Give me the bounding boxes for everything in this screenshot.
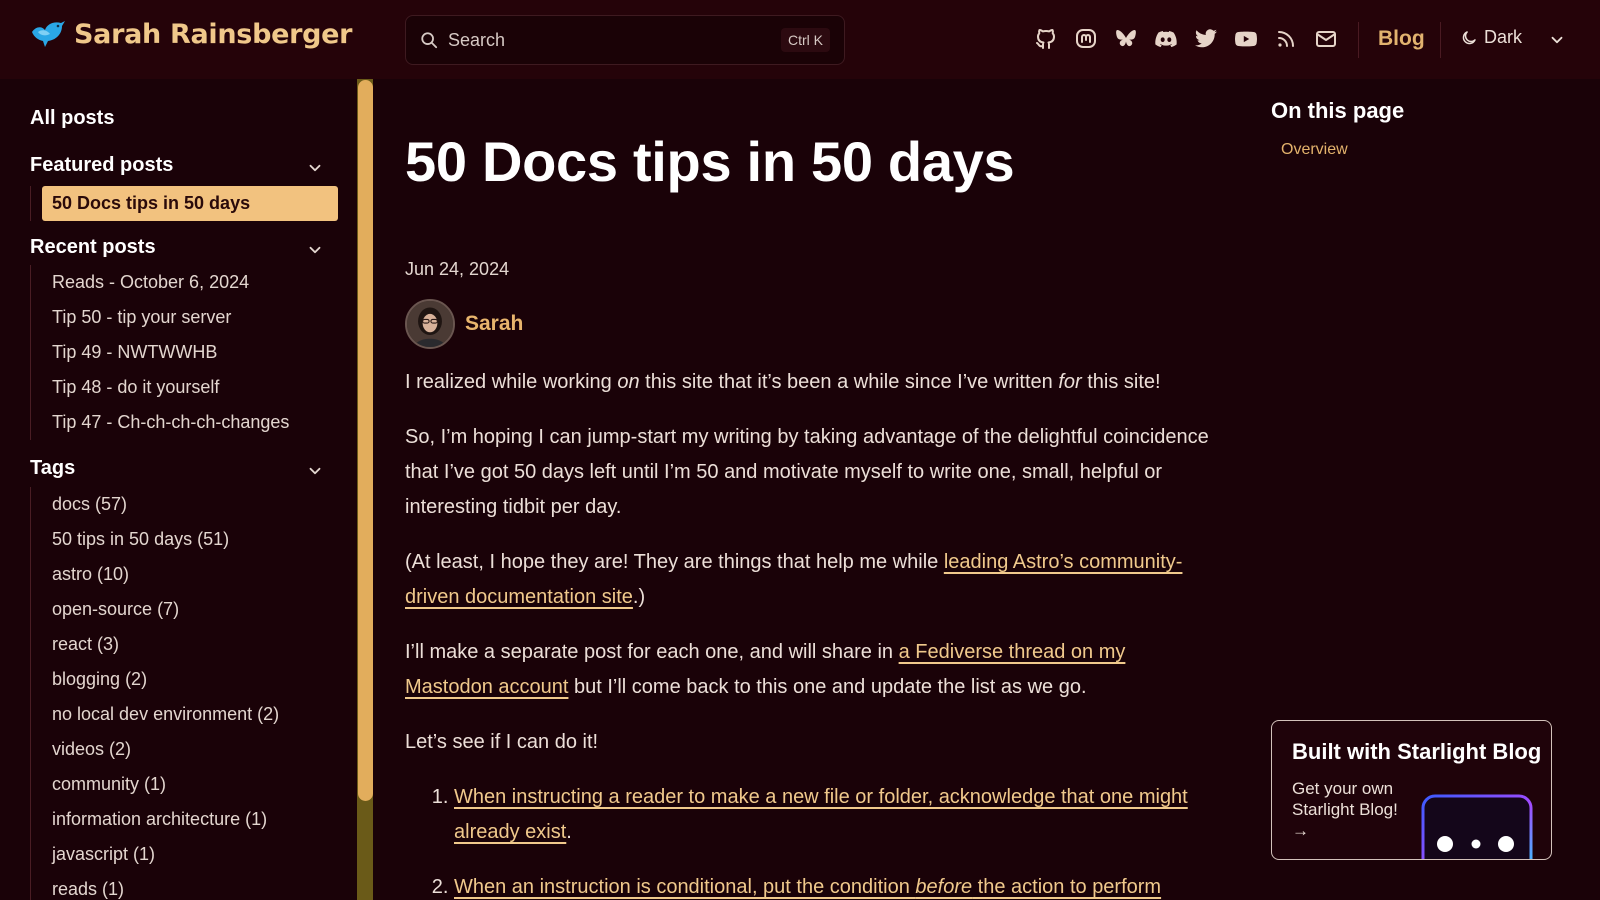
sidebar-tag[interactable]: javascript (1) [31, 837, 340, 872]
sidebar-tag[interactable]: blogging (2) [31, 662, 340, 697]
tips-list: When instructing a reader to make a new … [454, 780, 1217, 900]
github-icon[interactable] [1034, 27, 1058, 51]
search-placeholder: Search [448, 29, 506, 50]
avatar [405, 299, 455, 349]
sidebar-tag[interactable]: react (3) [31, 627, 340, 662]
search-icon [421, 32, 438, 49]
site-title: Sarah Rainsberger [74, 18, 353, 50]
post-date: Jun 24, 2024 [405, 259, 510, 279]
sidebar-group-featured[interactable]: Featured posts [30, 154, 173, 177]
search-input[interactable]: Search Ctrl K [405, 15, 845, 65]
sidebar-tag[interactable]: videos (2) [31, 732, 340, 767]
tip-link[interactable]: When an instruction is conditional, put … [454, 876, 1161, 898]
chevron-down-icon[interactable] [306, 159, 324, 177]
theme-label: Dark [1484, 27, 1523, 47]
sidebar-all-posts[interactable]: All posts [30, 107, 114, 130]
sidebar-tag[interactable]: open-source (7) [31, 592, 340, 627]
chevron-down-icon[interactable] [306, 462, 324, 480]
bluesky-icon[interactable] [1114, 27, 1138, 51]
sidebar-tag[interactable]: 50 tips in 50 days (51) [31, 522, 340, 557]
rss-icon[interactable] [1274, 27, 1298, 51]
discord-icon[interactable] [1154, 27, 1178, 51]
bird-logo-icon [32, 21, 65, 47]
social-links [1034, 27, 1338, 51]
post-author[interactable]: Sarah [405, 299, 523, 349]
chevron-down-icon[interactable] [306, 241, 324, 259]
author-name: Sarah [465, 312, 524, 335]
sidebar-featured-list: 50 Docs tips in 50 days [30, 186, 340, 221]
sidebar-item[interactable]: Tip 48 - do it yourself [31, 370, 340, 405]
sidebar-item-current[interactable]: 50 Docs tips in 50 days [42, 186, 338, 221]
sidebar-recent-list: Reads - October 6, 2024 Tip 50 - tip you… [30, 265, 340, 440]
sidebar-scrollbar-thumb[interactable] [358, 80, 373, 801]
sidebar-item[interactable]: Reads - October 6, 2024 [31, 265, 340, 300]
sidebar-group-recent[interactable]: Recent posts [30, 236, 156, 259]
paragraph: I’ll make a separate post for each one, … [405, 641, 1126, 698]
sidebar-item[interactable]: Tip 49 - NWTWWHB [31, 335, 340, 370]
chevron-down-icon[interactable] [1548, 31, 1566, 49]
email-icon[interactable] [1314, 27, 1338, 51]
sidebar-tag[interactable]: astro (10) [31, 557, 340, 592]
sidebar-tag[interactable]: docs (57) [31, 487, 340, 522]
sidebar-tag[interactable]: reads (1) [31, 872, 340, 900]
sidebar-tag[interactable]: no local dev environment (2) [31, 697, 340, 732]
starlight-window-icon [1421, 794, 1533, 859]
paragraph: Let’s see if I can do it! [405, 731, 599, 753]
toc-title: On this page [1271, 98, 1405, 123]
mastodon-icon[interactable] [1074, 27, 1098, 51]
main-content: 50 Docs tips in 50 days Jun 24, 2024 Sar… [405, 79, 1217, 900]
youtube-icon[interactable] [1234, 27, 1258, 51]
header-divider [1358, 22, 1359, 58]
search-shortcut: Ctrl K [781, 28, 830, 52]
list-item: When instructing a reader to make a new … [454, 780, 1217, 850]
moon-icon [1462, 30, 1476, 44]
site-logo-link[interactable]: Sarah Rainsberger [30, 18, 353, 50]
sidebar-tags-list: docs (57) 50 tips in 50 days (51) astro … [30, 487, 340, 900]
list-item: When an instruction is conditional, put … [454, 870, 1217, 900]
twitter-icon[interactable] [1194, 27, 1218, 51]
post-body: I realized while working on this site th… [405, 365, 1217, 900]
sidebar-group-tags[interactable]: Tags [30, 457, 75, 480]
promo-subtitle: Get your own Starlight Blog! → [1292, 779, 1398, 840]
promo-title: Built with Starlight Blog [1292, 739, 1542, 764]
sidebar-tag[interactable]: information architecture (1) [31, 802, 340, 837]
paragraph: (At least, I hope they are! They are thi… [405, 551, 1183, 608]
page-title: 50 Docs tips in 50 days [405, 130, 1015, 193]
paragraph: I realized while working on this site th… [405, 371, 1161, 393]
sidebar: All posts Featured posts 50 Docs tips in… [0, 79, 356, 900]
toc-item-overview[interactable]: Overview [1281, 141, 1348, 159]
sidebar-item[interactable]: Tip 47 - Ch-ch-ch-ch-changes [31, 405, 340, 440]
paragraph: So, I’m hoping I can jump-start my writi… [405, 426, 1209, 518]
theme-select[interactable]: Dark [1460, 27, 1522, 48]
tip-link[interactable]: When instructing a reader to make a new … [454, 786, 1188, 843]
sidebar-tag[interactable]: community (1) [31, 767, 340, 802]
starlight-blog-promo[interactable]: Built with Starlight Blog Get your own S… [1271, 720, 1552, 860]
blog-nav-link[interactable]: Blog [1378, 27, 1425, 51]
header-divider [1440, 22, 1441, 58]
site-header: Sarah Rainsberger Search Ctrl K Blog Dar… [0, 0, 1600, 79]
sidebar-item[interactable]: Tip 50 - tip your server [31, 300, 340, 335]
